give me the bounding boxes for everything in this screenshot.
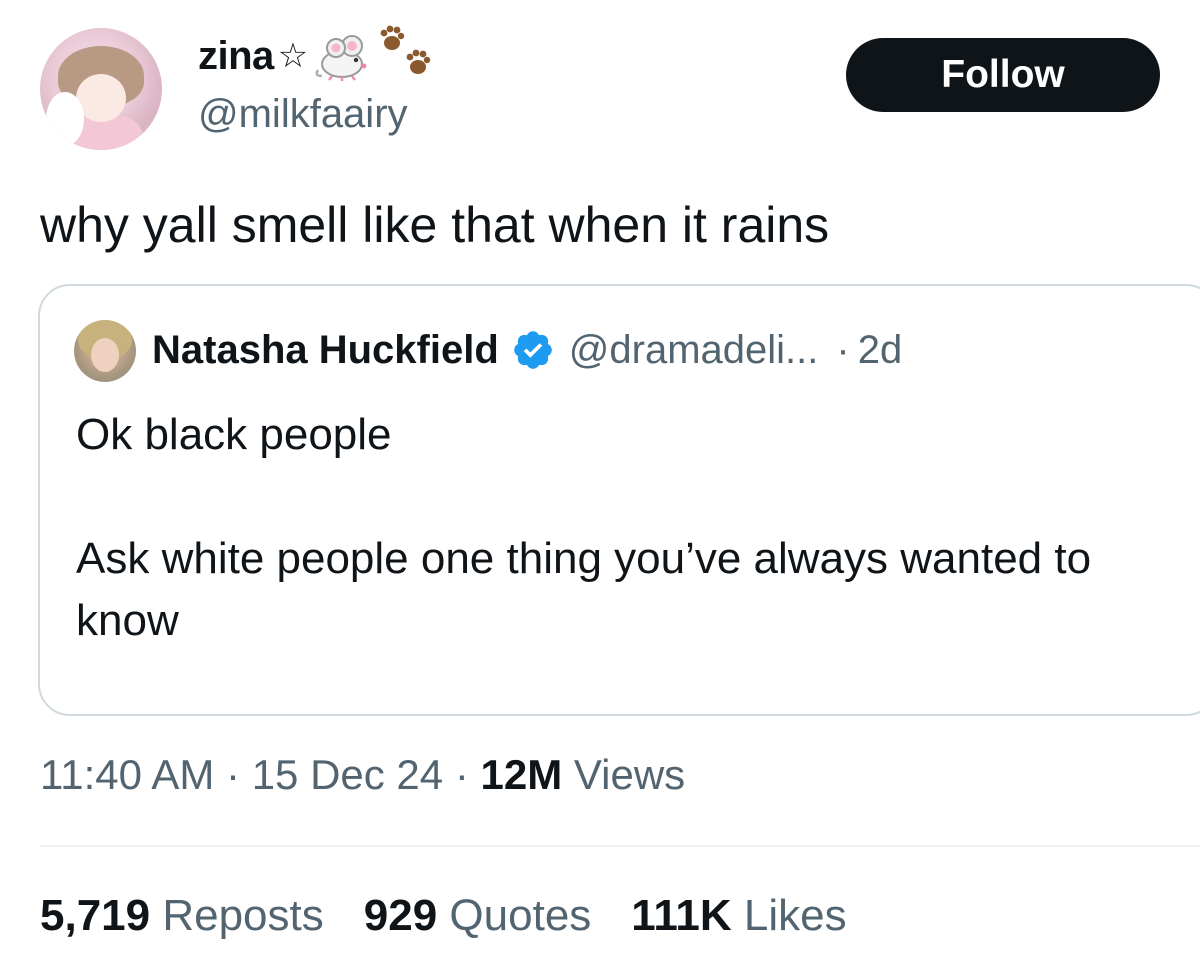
quotes-count: 929 [363, 891, 438, 940]
follow-button[interactable]: Follow [846, 38, 1160, 112]
quoted-tweet-line: Ok black people [76, 410, 392, 459]
verified-badge-icon [513, 331, 552, 369]
quoted-tweet-header: Natasha Huckfield @dramadeli... · 2d [152, 322, 902, 378]
tweet-date[interactable]: 15 Dec 24 [252, 751, 443, 798]
quoted-tweet-text: Ok black people Ask white people one thi… [76, 404, 1186, 652]
tweet: zina ☆ @milkfaairy Follow why yall smell… [0, 0, 1200, 970]
likes-stat[interactable]: 111K Likes [631, 886, 846, 946]
meta-separator: · [454, 751, 469, 798]
quoted-tweet-line: Ask white people one thing you’ve always… [76, 534, 1092, 645]
quoted-author-name[interactable]: Natasha Huckfield [152, 322, 499, 378]
quoted-tweet-time[interactable]: 2d [858, 322, 903, 378]
quoted-author-avatar[interactable] [74, 320, 136, 382]
views-label: Views [573, 751, 686, 798]
quoted-author-handle[interactable]: @dramadeli... [569, 322, 819, 378]
reposts-count: 5,719 [40, 891, 151, 940]
reposts-stat[interactable]: 5,719 Reposts [40, 886, 324, 946]
tweet-text: why yall smell like that when it rains [40, 197, 830, 253]
meta-separator: · [226, 751, 241, 798]
tweet-meta: 11:40 AM · 15 Dec 24 · 12M Views [40, 746, 685, 804]
quotes-stat[interactable]: 929 Quotes [364, 886, 592, 946]
quotes-label: Quotes [449, 891, 592, 940]
divider [40, 845, 1200, 847]
header-separator: · [836, 328, 850, 372]
paw-prints-icon [380, 25, 430, 74]
author-handle[interactable]: @milkfaairy [198, 92, 408, 137]
views-count: 12M [480, 751, 563, 798]
quoted-avatar-face [91, 338, 119, 372]
likes-label: Likes [743, 891, 847, 940]
quoted-tweet-card[interactable]: Natasha Huckfield @dramadeli... · 2d Ok … [38, 284, 1200, 716]
avatar-bunny [46, 92, 84, 146]
star-outline-icon: ☆ [277, 37, 308, 75]
mouse-icon [315, 35, 367, 81]
reposts-label: Reposts [162, 891, 324, 940]
tweet-time[interactable]: 11:40 AM [40, 751, 214, 798]
author-display-name[interactable]: zina ☆ [198, 25, 438, 82]
author-avatar[interactable] [40, 28, 162, 150]
display-name-text: zina [198, 33, 274, 78]
engagement-stats: 5,719 Reposts 929 Quotes 111K Likes [40, 886, 887, 946]
likes-count: 111K [631, 891, 732, 940]
